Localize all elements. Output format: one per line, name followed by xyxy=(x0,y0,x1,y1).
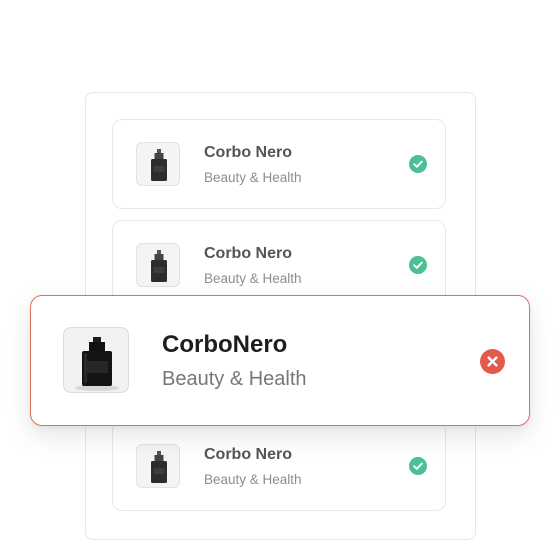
perfume-bottle-icon xyxy=(75,337,119,391)
product-category: Beauty & Health xyxy=(162,368,307,390)
perfume-bottle-icon xyxy=(151,250,167,282)
perfume-bottle-icon xyxy=(151,149,167,181)
product-category: Beauty & Health xyxy=(204,271,302,286)
product-thumbnail xyxy=(136,243,180,287)
product-list-item[interactable]: Corbo Nero Beauty & Health xyxy=(112,119,446,209)
check-circle-icon xyxy=(409,155,427,173)
product-name: Corbo Nero xyxy=(204,245,292,262)
product-thumbnail xyxy=(136,444,180,488)
product-thumbnail xyxy=(136,142,180,186)
check-circle-icon xyxy=(409,256,427,274)
check-circle-icon xyxy=(409,457,427,475)
product-category: Beauty & Health xyxy=(204,170,302,185)
product-name: CorboNero xyxy=(162,331,288,358)
product-verification-illustration: Corbo Nero Beauty & Health Corbo Nero Be… xyxy=(0,0,560,560)
product-thumbnail xyxy=(63,327,129,393)
flagged-product-card[interactable]: CorboNero Beauty & Health xyxy=(30,295,530,426)
product-name: Corbo Nero xyxy=(204,446,292,463)
perfume-bottle-icon xyxy=(151,451,167,483)
product-list-item[interactable]: Corbo Nero Beauty & Health xyxy=(112,421,446,511)
product-category: Beauty & Health xyxy=(204,472,302,487)
close-circle-icon xyxy=(480,349,505,374)
product-name: Corbo Nero xyxy=(204,144,292,161)
